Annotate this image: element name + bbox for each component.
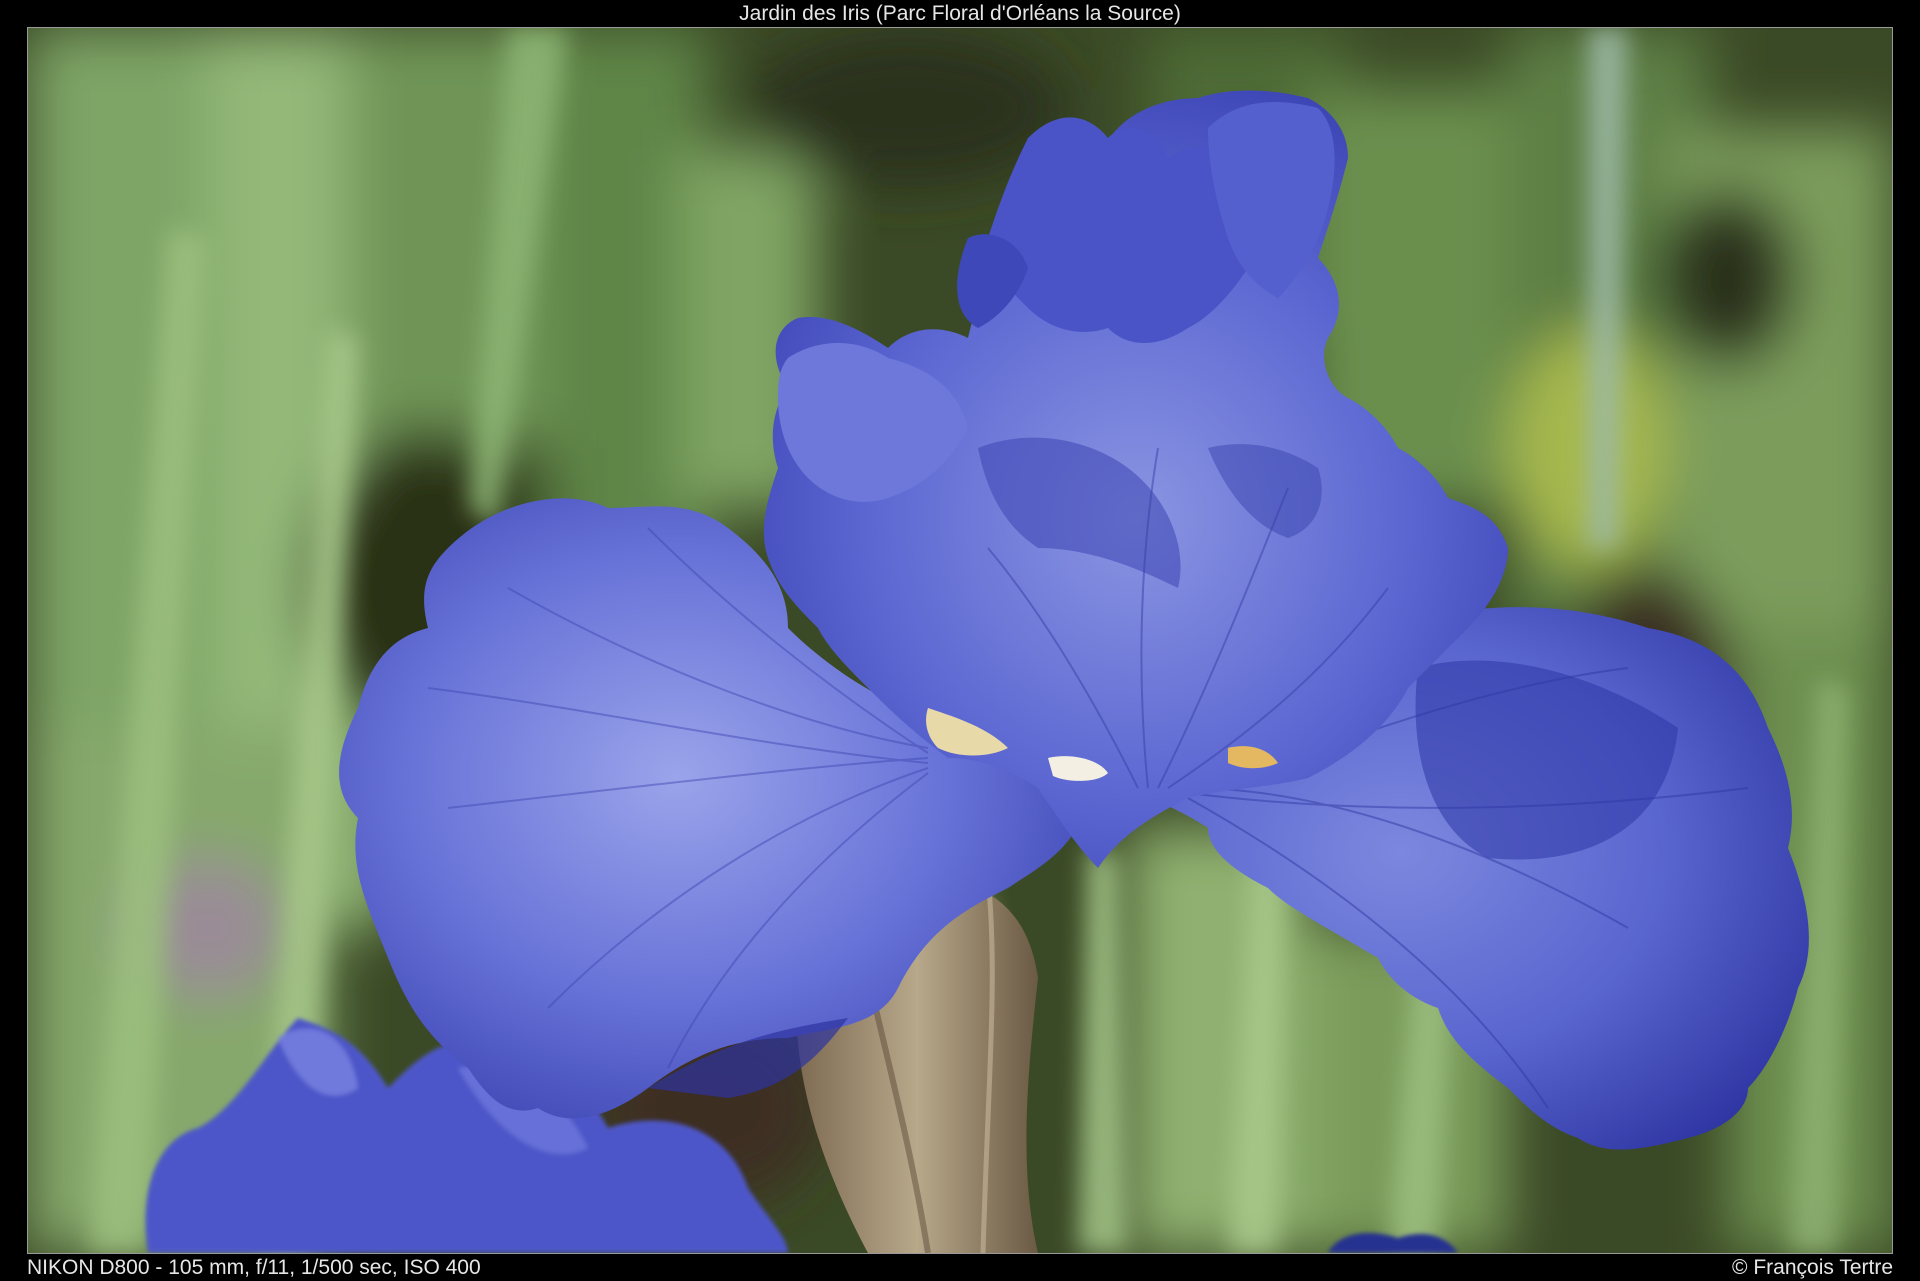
photo-title: Jardin des Iris (Parc Floral d'Orléans l… [739, 2, 1181, 25]
copyright-credit: © François Tertre [1732, 1256, 1893, 1279]
exif-caption: NIKON D800 - 105 mm, f/11, 1/500 sec, IS… [27, 1256, 481, 1279]
photo-image [27, 27, 1893, 1254]
iris-photo [28, 28, 1892, 1253]
photo-frame: Jardin des Iris (Parc Floral d'Orléans l… [0, 0, 1920, 1281]
